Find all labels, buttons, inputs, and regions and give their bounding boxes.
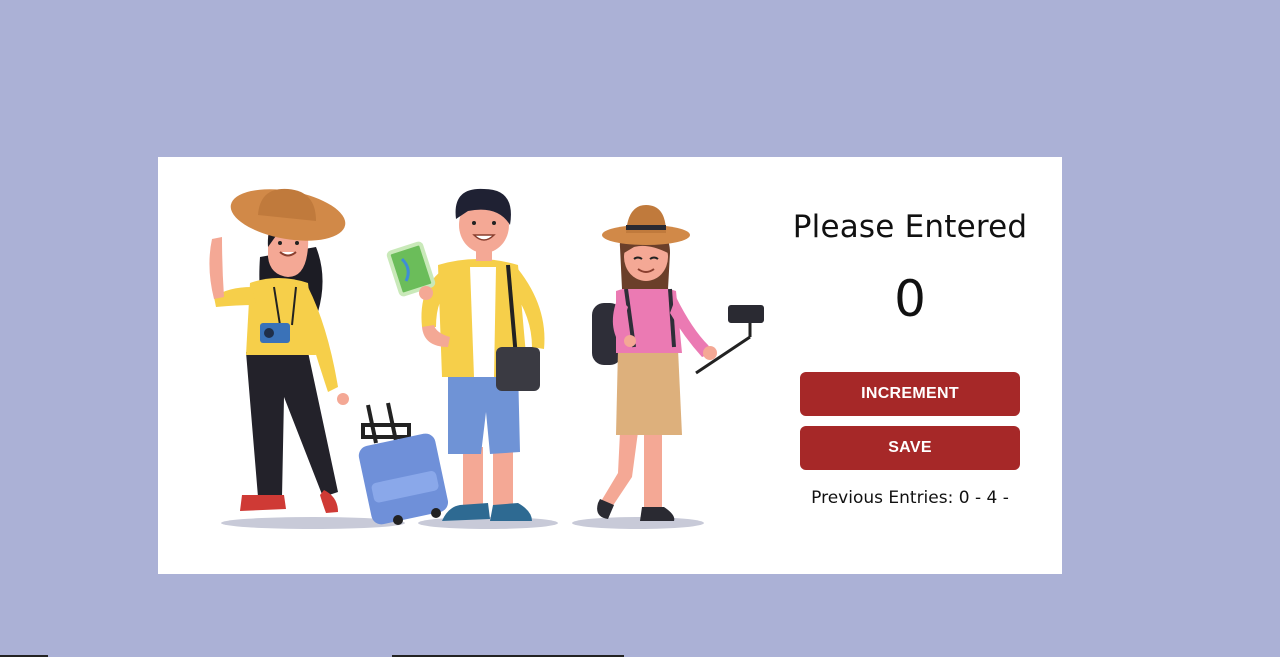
traveler-woman-suitcase <box>209 188 449 525</box>
traveler-girl-selfie <box>592 205 764 521</box>
travelers-illustration <box>209 188 764 529</box>
count-display: 0 <box>894 270 926 328</box>
ground-shadow-3 <box>572 517 704 529</box>
previous-entries-text: Previous Entries: 0 - 4 - <box>811 488 1009 508</box>
counter-card: Please Entered 0 INCREMENT SAVE Previous… <box>158 157 1062 574</box>
save-button[interactable]: SAVE <box>800 426 1020 470</box>
counter-panel: Please Entered 0 INCREMENT SAVE Previous… <box>778 157 1042 574</box>
page: Please Entered 0 INCREMENT SAVE Previous… <box>0 0 1280 657</box>
page-title: Please Entered <box>792 209 1028 245</box>
increment-button[interactable]: INCREMENT <box>800 372 1020 416</box>
